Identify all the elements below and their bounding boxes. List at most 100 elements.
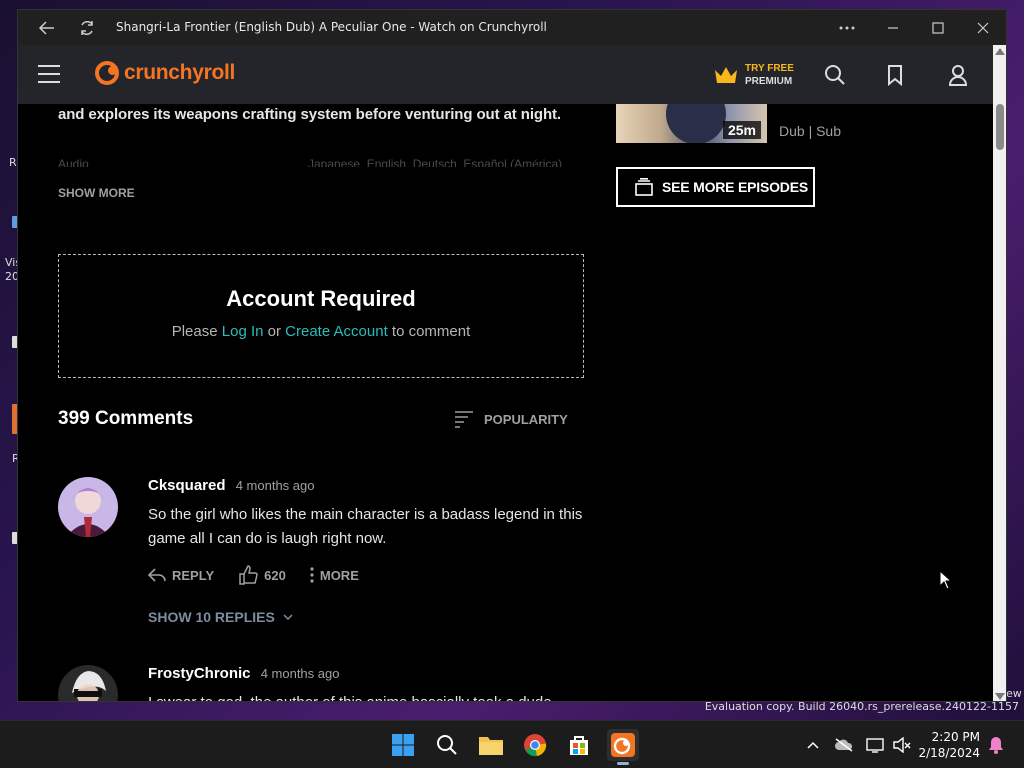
network-button[interactable] <box>866 735 886 755</box>
try-premium-button[interactable]: TRY FREE PREMIUM <box>713 62 794 88</box>
thumbs-up-icon <box>239 565 258 585</box>
clock[interactable]: 2:20 PM 2/18/2024 <box>918 729 980 761</box>
show-replies-button[interactable]: SHOW 10 REPLIES <box>148 609 293 625</box>
menu-button[interactable] <box>38 65 60 89</box>
volume-button[interactable] <box>892 735 912 755</box>
episode-duration: 25m <box>722 121 761 139</box>
more-button[interactable]: MORE <box>310 567 359 583</box>
crown-icon <box>715 67 737 83</box>
comment-time: 4 months ago <box>235 478 315 493</box>
mouse-cursor-icon <box>939 570 953 590</box>
sort-label: POPULARITY <box>484 411 568 427</box>
create-account-link[interactable]: Create Account <box>285 323 388 340</box>
avatar[interactable] <box>58 665 118 701</box>
comment-item: Cksquared 4 months ago So the girl who l… <box>58 477 584 627</box>
episode-description: and explores its weapons crafting system… <box>58 106 561 123</box>
see-more-episodes-label: SEE MORE EPISODES <box>662 179 808 195</box>
store-icon <box>570 736 588 755</box>
arrow-left-icon <box>38 21 54 35</box>
onedrive-button[interactable] <box>834 735 854 755</box>
reply-button[interactable]: REPLY <box>148 567 214 583</box>
crunchyroll-taskbar-button[interactable] <box>607 729 639 765</box>
comment-username[interactable]: FrostyChronic <box>148 665 251 682</box>
watchlist-button[interactable] <box>882 62 908 88</box>
taskbar: 2:20 PM 2/18/2024 <box>0 720 1024 768</box>
thumbnail-figure <box>666 104 726 143</box>
clock-time: 2:20 PM <box>931 730 980 744</box>
back-button[interactable] <box>32 13 62 43</box>
page-scrollbar[interactable] <box>993 45 1006 701</box>
clock-date: 2/18/2024 <box>918 746 980 760</box>
minimize-icon <box>888 27 898 29</box>
title-bar: Shangri-La Frontier (English Dub) A Pecu… <box>18 10 1006 45</box>
sort-button[interactable]: POPULARITY <box>454 410 568 428</box>
comment-body: So the girl who likes the main character… <box>148 506 583 547</box>
desktop-label-fragment: R <box>9 156 17 169</box>
search-button[interactable] <box>822 62 848 88</box>
next-episode-thumbnail[interactable]: 25m <box>616 104 767 143</box>
scroll-up-arrow[interactable] <box>995 48 1005 55</box>
account-required-message: Please Log In or Create Account to comme… <box>59 323 583 340</box>
network-icon <box>866 738 884 753</box>
comments-count: 399 Comments <box>58 408 194 429</box>
maximize-icon <box>932 22 944 34</box>
dub-sub-label: Dub | Sub <box>779 123 842 139</box>
account-button[interactable] <box>945 62 971 88</box>
minimize-button[interactable] <box>878 13 908 43</box>
refresh-icon <box>81 21 93 35</box>
like-button[interactable]: 620 <box>238 565 286 585</box>
cloud-off-icon <box>835 738 853 752</box>
kebab-icon <box>310 567 314 583</box>
notifications-button[interactable] <box>986 735 1006 755</box>
comment-time: 4 months ago <box>260 666 340 681</box>
avatar[interactable] <box>58 477 118 537</box>
see-more-episodes-button[interactable]: SEE MORE EPISODES <box>616 167 815 207</box>
audio-label: Audio <box>58 157 89 167</box>
close-button[interactable] <box>968 13 998 43</box>
search-icon <box>437 735 457 755</box>
account-required-title: Account Required <box>226 286 416 311</box>
chrome-icon <box>524 734 547 757</box>
audio-values: Japanese, English, Deutsch, Español (Amé… <box>308 157 563 167</box>
volume-muted-icon <box>893 737 911 753</box>
browser-window: Shangri-La Frontier (English Dub) A Pecu… <box>17 9 1007 702</box>
premium-try-label: TRY FREE <box>745 63 794 74</box>
sort-icon <box>455 411 473 428</box>
maximize-button[interactable] <box>923 13 953 43</box>
logo-text: crunchyroll <box>124 61 236 84</box>
bookmark-icon <box>888 65 902 87</box>
account-prefix: Please <box>171 323 218 340</box>
account-required-box: Account Required Please Log In or Create… <box>58 254 584 378</box>
store-button[interactable] <box>563 729 595 761</box>
comment-item: FrostyChronic 4 months ago I swear to go… <box>58 665 584 701</box>
start-button[interactable] <box>387 729 419 761</box>
active-indicator <box>617 762 629 765</box>
search-button[interactable] <box>431 729 463 761</box>
comment-username[interactable]: Cksquared <box>148 477 226 494</box>
premium-label: PREMIUM <box>745 76 793 87</box>
windows-logo-icon <box>392 734 414 756</box>
scroll-down-arrow[interactable] <box>995 693 1005 700</box>
evaluation-watermark: Evaluation copy. Build 26040.rs_prerelea… <box>704 700 1019 713</box>
account-or: or <box>267 323 281 340</box>
chevron-up-icon <box>807 741 819 749</box>
reply-icon <box>148 568 166 582</box>
window-title: Shangri-La Frontier (English Dub) A Pecu… <box>116 20 547 34</box>
crunchyroll-logo[interactable]: crunchyroll <box>95 61 235 85</box>
scroll-thumb[interactable] <box>996 104 1004 150</box>
more-options-button[interactable] <box>832 13 862 43</box>
file-explorer-button[interactable] <box>475 729 507 761</box>
like-count: 620 <box>264 567 286 583</box>
site-header: crunchyroll TRY FREE PREMIUM <box>18 45 993 104</box>
crunchyroll-icon <box>611 733 635 757</box>
comment-body: I swear to god, the author of this anime… <box>148 691 584 701</box>
show-hidden-icons-button[interactable] <box>803 735 823 755</box>
login-link[interactable]: Log In <box>222 323 264 340</box>
close-icon <box>977 22 989 34</box>
show-replies-label: SHOW 10 REPLIES <box>148 609 275 625</box>
show-more-button[interactable]: SHOW MORE <box>58 186 135 200</box>
refresh-button[interactable] <box>72 13 102 43</box>
folder-icon <box>479 737 503 755</box>
desktop-label-fragment: ew <box>1006 687 1022 700</box>
chrome-button[interactable] <box>519 729 551 761</box>
